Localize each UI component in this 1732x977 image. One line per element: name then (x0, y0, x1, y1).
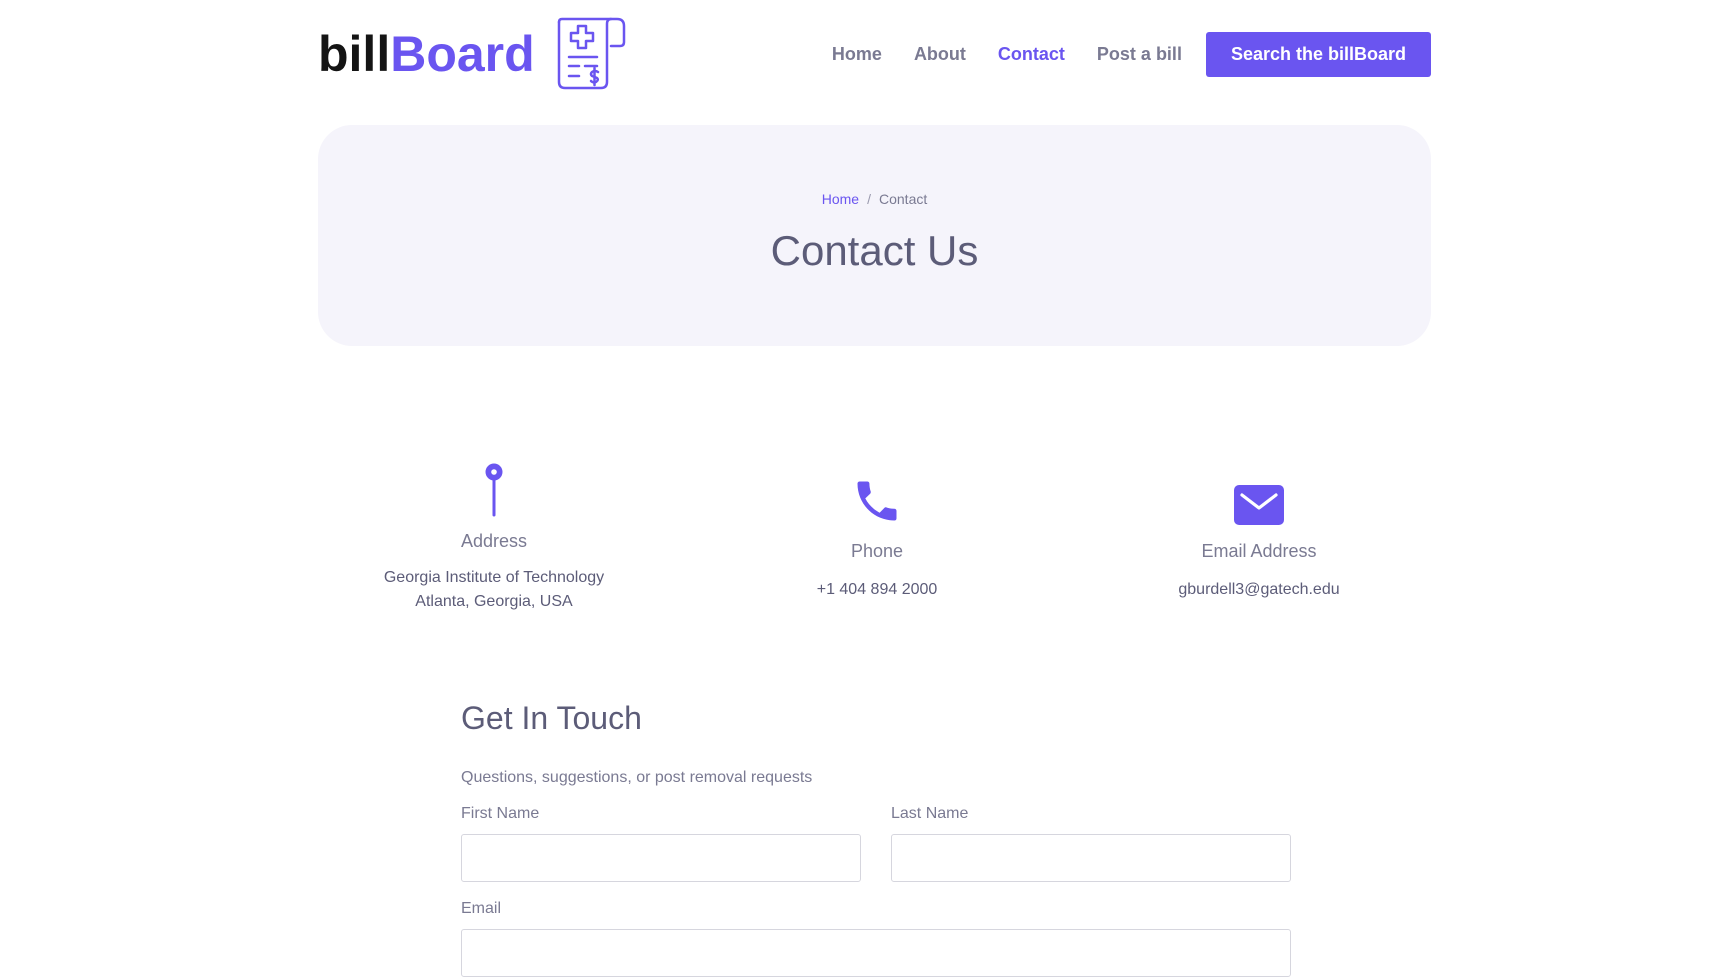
breadcrumb-home-link[interactable]: Home (822, 191, 859, 207)
address-value: Georgia Institute of Technology Atlanta,… (344, 566, 644, 614)
phone-label: Phone (850, 541, 904, 561)
last-name-group: Last Name (891, 805, 1291, 882)
email-field-label: Email (461, 900, 502, 917)
envelope-icon (1234, 485, 1284, 525)
phone-icon (857, 481, 897, 521)
name-row: First Name Last Name (461, 805, 1291, 882)
email-field[interactable] (461, 929, 1291, 977)
main-nav: Home About Contact Post a bill Search th… (832, 31, 1431, 77)
medical-bill-icon (557, 17, 625, 90)
email-group: Email (461, 900, 1291, 977)
breadcrumb-current: Contact (879, 191, 928, 207)
form-title: Get In Touch (461, 700, 642, 736)
logo-link[interactable]: billBoard (318, 14, 627, 94)
nav-item-home[interactable]: Home (832, 44, 882, 65)
address-label: Address (460, 531, 528, 551)
form-subtitle: Questions, suggestions, or post removal … (461, 769, 813, 786)
last-name-field[interactable] (891, 834, 1291, 882)
breadcrumb: Home / Contact (318, 191, 1431, 207)
brand-name-part1: bill (318, 26, 391, 82)
first-name-field[interactable] (461, 834, 861, 882)
site-header: billBoard Home About Contact Post a bill… (318, 14, 1431, 94)
nav-item-about[interactable]: About (914, 44, 966, 65)
nav-item-contact[interactable]: Contact (998, 44, 1065, 65)
brand-name: billBoard (318, 29, 535, 79)
email-block: Email Address gburdell3@gatech.edu (1109, 465, 1409, 602)
map-pin-icon (485, 463, 503, 517)
email-row: Email (461, 900, 1291, 977)
page-hero: Home / Contact Contact Us (318, 125, 1431, 346)
brand-name-part2: Board (390, 26, 535, 82)
contact-form: Get In Touch Questions, suggestions, or … (461, 700, 1291, 977)
breadcrumb-separator: / (867, 191, 871, 207)
last-name-label: Last Name (891, 805, 969, 822)
phone-value: +1 404 894 2000 (816, 581, 938, 598)
search-billboard-button[interactable]: Search the billBoard (1205, 31, 1431, 77)
address-block: Address Georgia Institute of Technology … (344, 455, 644, 614)
first-name-group: First Name (461, 805, 861, 882)
address-line-2: Atlanta, Georgia, USA (415, 593, 573, 610)
address-line-1: Georgia Institute of Technology (383, 569, 605, 586)
first-name-label: First Name (461, 805, 540, 822)
email-value: gburdell3@gatech.edu (1178, 581, 1340, 598)
phone-block: Phone +1 404 894 2000 (727, 465, 1027, 602)
email-label: Email Address (1201, 541, 1317, 561)
page-title: Contact Us (770, 227, 979, 274)
nav-item-post-a-bill[interactable]: Post a bill (1097, 44, 1182, 65)
